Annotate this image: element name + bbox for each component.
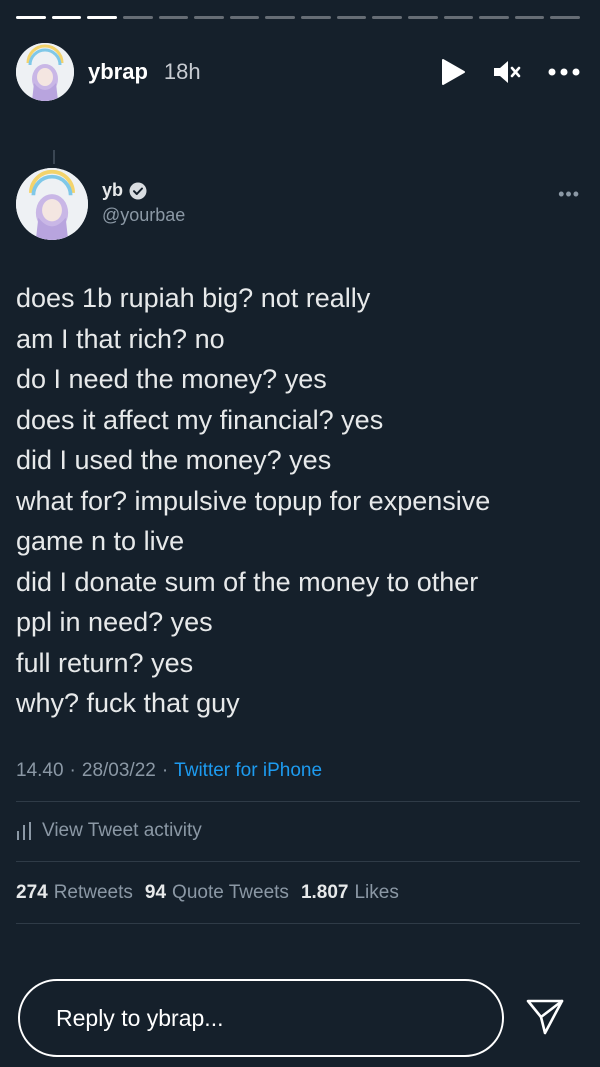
story-username[interactable]: ybrap bbox=[88, 59, 148, 85]
progress-segment bbox=[479, 16, 509, 19]
tweet-header: yb @yourbae ••• bbox=[16, 168, 580, 243]
tweet-line: full return? yes bbox=[16, 647, 194, 678]
quote-tweet-count[interactable]: 94 bbox=[145, 882, 166, 904]
story-progress-bar bbox=[16, 16, 580, 19]
like-count[interactable]: 1.807 bbox=[301, 882, 349, 904]
progress-segment bbox=[265, 16, 295, 19]
view-tweet-activity-link[interactable]: View Tweet activity bbox=[16, 820, 202, 842]
tweet-line: do I need the money? yes bbox=[16, 364, 327, 394]
tweet-display-name[interactable]: yb bbox=[102, 180, 123, 201]
quote-tweet-label[interactable]: Quote Tweets bbox=[172, 882, 289, 904]
progress-segment bbox=[372, 16, 402, 19]
avatar-cartoon-icon bbox=[16, 168, 88, 240]
divider bbox=[16, 801, 580, 802]
tweet-source-link[interactable]: Twitter for iPhone bbox=[174, 760, 322, 782]
tweet-line: why? fuck that guy bbox=[16, 688, 240, 718]
tweet-text: does 1b rupiah big? not really am I that … bbox=[16, 278, 576, 724]
tweet-line: ppl in need? yes bbox=[16, 607, 213, 637]
send-icon bbox=[526, 999, 564, 1035]
reply-placeholder: Reply to ybrap... bbox=[56, 1004, 224, 1031]
tweet-handle[interactable]: @yourbae bbox=[102, 205, 185, 226]
divider bbox=[16, 923, 580, 924]
retweet-label[interactable]: Retweets bbox=[54, 882, 133, 904]
thread-connector-line bbox=[53, 150, 55, 164]
tweet-more-icon[interactable]: ••• bbox=[558, 184, 580, 205]
tweet-meta: 14.40 · 28/03/22 · Twitter for iPhone bbox=[16, 760, 322, 782]
tweet-time: 14.40 bbox=[16, 760, 64, 781]
tweet-line: does 1b rupiah big? not really bbox=[16, 283, 371, 313]
mute-icon[interactable] bbox=[492, 58, 522, 86]
tweet-line: did I donate sum of the money to other bbox=[16, 566, 479, 597]
like-label[interactable]: Likes bbox=[354, 882, 398, 904]
meta-separator: · bbox=[161, 760, 169, 781]
tweet-avatar[interactable] bbox=[16, 168, 88, 240]
tweet-stats: 274 Retweets 94 Quote Tweets 1.807 Likes bbox=[16, 882, 411, 904]
progress-segment bbox=[336, 16, 367, 19]
tweet-line: did I used the money? yes bbox=[16, 445, 332, 475]
progress-segment bbox=[443, 16, 474, 19]
reply-input[interactable]: Reply to ybrap... bbox=[18, 979, 504, 1057]
retweet-count[interactable]: 274 bbox=[16, 882, 48, 904]
story-time: 18h bbox=[163, 59, 201, 84]
progress-segment bbox=[229, 16, 260, 19]
tweet-line: does it affect my financial? yes bbox=[16, 404, 384, 435]
story-avatar[interactable] bbox=[16, 43, 74, 101]
meta-separator: · bbox=[69, 760, 76, 781]
progress-segment bbox=[407, 16, 438, 19]
bar-chart-icon bbox=[17, 822, 31, 840]
story-header: ybrap 18h bbox=[16, 42, 580, 102]
progress-segment bbox=[301, 16, 331, 19]
tweet-line: am I that rich? no bbox=[16, 323, 225, 354]
progress-segment bbox=[514, 16, 545, 19]
tweet-line: game n to live bbox=[16, 526, 185, 556]
tweet-line: what for? impulsive topup for expensive bbox=[16, 485, 491, 516]
divider bbox=[16, 861, 580, 862]
progress-segment bbox=[122, 16, 153, 19]
play-icon[interactable] bbox=[440, 58, 466, 86]
progress-segment bbox=[87, 16, 117, 19]
verified-badge-icon bbox=[129, 182, 147, 199]
progress-segment bbox=[194, 16, 224, 19]
tweet-date: 28/03/22 bbox=[81, 760, 156, 781]
view-tweet-activity-label: View Tweet activity bbox=[42, 820, 202, 841]
more-icon[interactable] bbox=[548, 68, 580, 76]
progress-segment bbox=[16, 16, 46, 19]
send-button[interactable] bbox=[523, 994, 567, 1038]
progress-segment bbox=[51, 16, 82, 19]
avatar-cartoon-icon bbox=[16, 43, 74, 101]
progress-segment bbox=[550, 16, 580, 19]
progress-segment bbox=[158, 16, 189, 19]
